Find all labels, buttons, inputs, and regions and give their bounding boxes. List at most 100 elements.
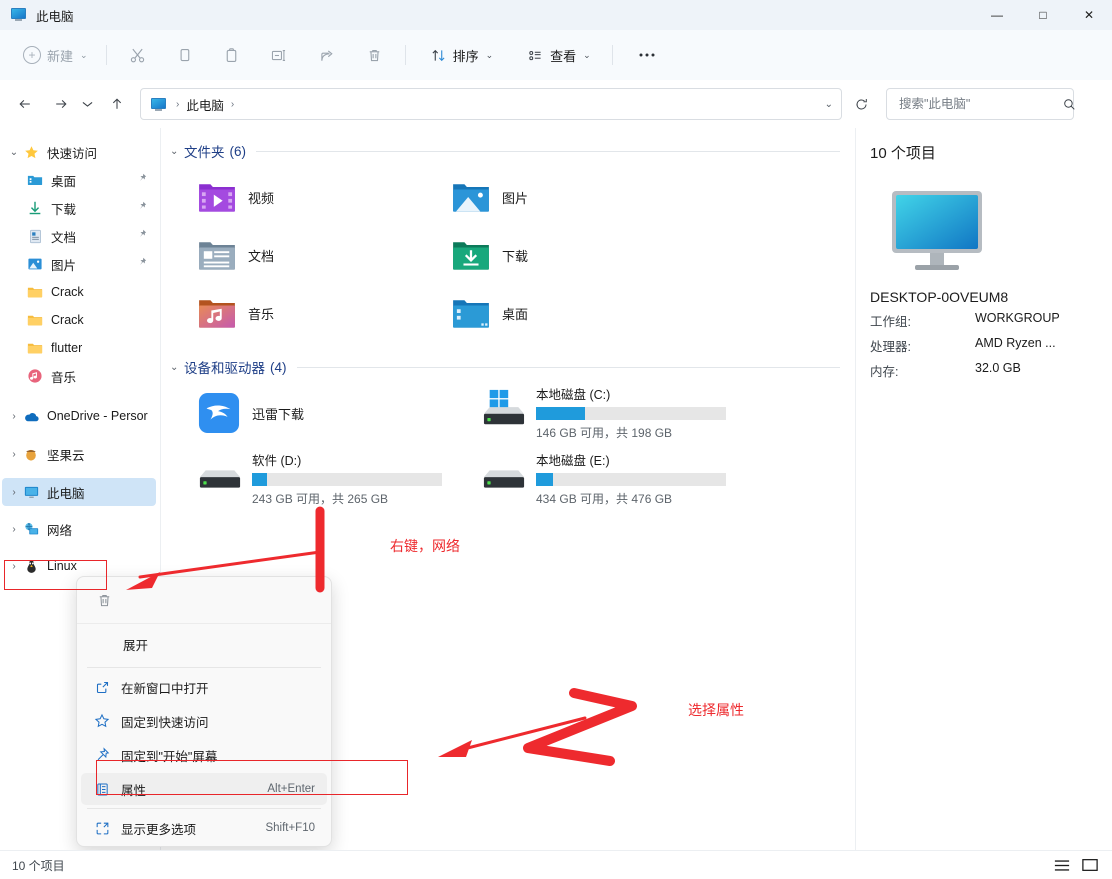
context-menu-item-pin-quick-access[interactable]: 固定到快速访问 — [81, 705, 327, 737]
folders-grid: 视频 图片 文档 下载 音乐 桌面 — [168, 168, 854, 342]
sidebar-item-label: Crack — [51, 285, 84, 299]
breadcrumb-item[interactable]: 此电脑 — [182, 93, 228, 116]
sidebar-item-nutstore[interactable]: › 坚果云 — [2, 440, 156, 468]
folder-tile[interactable]: 图片 — [422, 168, 676, 226]
share-button[interactable] — [305, 39, 349, 71]
onedrive-icon — [22, 407, 40, 425]
context-menu-item-properties[interactable]: 属性 Alt+Enter — [81, 773, 327, 805]
recent-locations-button[interactable] — [76, 89, 98, 119]
pin-icon[interactable] — [137, 173, 147, 183]
property-row: 处理器: AMD Ryzen ... — [870, 336, 1111, 355]
address-bar[interactable]: › 此电脑 › ⌄ — [140, 88, 842, 120]
drive-free-text: 434 GB 可用，共 476 GB — [536, 492, 673, 506]
chevron-right-icon[interactable]: › — [6, 411, 22, 422]
sidebar-item-documents[interactable]: 文档 — [2, 222, 156, 250]
close-button[interactable]: ✕ — [1066, 0, 1112, 30]
sidebar-item-pictures[interactable]: 图片 — [2, 250, 156, 278]
view-button[interactable]: 查看 ⌄ — [518, 39, 600, 71]
status-bar: 10 个项目 — [0, 850, 1112, 879]
sidebar-item-onedrive[interactable]: › OneDrive - Persor — [2, 402, 156, 430]
sidebar-item-label: Crack — [51, 313, 84, 327]
list-view-icon[interactable] — [1050, 854, 1074, 876]
folder-tile[interactable]: 文档 — [168, 226, 422, 284]
star-outline-icon — [91, 713, 113, 729]
sidebar-item-this-pc[interactable]: › 此电脑 — [2, 478, 156, 506]
chevron-down-icon[interactable]: ⌄ — [170, 362, 184, 373]
sidebar-item-label: OneDrive - Persor — [47, 409, 148, 423]
view-button-label: 查看 — [550, 48, 577, 64]
sidebar-item-desktop[interactable]: 桌面 — [2, 166, 156, 194]
group-count: (6) — [229, 143, 247, 159]
up-button[interactable] — [102, 89, 132, 119]
pin-icon[interactable] — [137, 257, 147, 267]
folder-tile[interactable]: 下载 — [422, 226, 676, 284]
context-menu-label: 显示更多选项 — [121, 822, 197, 837]
folder-tile[interactable]: 音乐 — [168, 284, 422, 342]
group-header-drives[interactable]: ⌄ 设备和驱动器 (4) — [170, 356, 854, 378]
search-icon[interactable] — [1062, 97, 1077, 112]
sidebar-item-quick-access[interactable]: ⌄ 快速访问 — [2, 138, 156, 166]
more-button[interactable] — [626, 39, 668, 71]
rename-button[interactable] — [257, 39, 301, 71]
folder-tile[interactable]: 视频 — [168, 168, 422, 226]
chevron-right-icon[interactable]: › — [6, 561, 22, 572]
context-menu-label: 在新窗口中打开 — [121, 681, 209, 696]
documents-folder-icon — [26, 227, 44, 245]
folder-tile[interactable]: 桌面 — [422, 284, 676, 342]
context-menu-item-show-more[interactable]: 显示更多选项 Shift+F10 — [81, 812, 327, 844]
forward-button[interactable] — [46, 89, 76, 119]
copy-button[interactable] — [163, 39, 206, 71]
sort-arrows-icon — [430, 47, 447, 64]
chevron-down-icon[interactable]: ⌄ — [170, 146, 184, 157]
group-header-folders[interactable]: ⌄ 文件夹 (6) — [170, 140, 854, 162]
chevron-right-icon[interactable]: › — [6, 449, 22, 460]
trash-icon[interactable] — [87, 584, 121, 616]
drive-tile[interactable]: 本地磁盘 (C:) 146 GB 可用，共 198 GB — [452, 382, 736, 444]
folder-label: 图片 — [502, 190, 529, 206]
chevron-down-icon[interactable]: ⌄ — [817, 99, 841, 110]
new-button[interactable]: + 新建 ⌄ — [14, 39, 97, 71]
delete-button[interactable] — [353, 39, 396, 71]
refresh-button[interactable] — [846, 89, 876, 119]
view-switcher — [1050, 851, 1102, 879]
cut-button[interactable] — [116, 39, 159, 71]
drive-tile[interactable]: 迅雷下载 — [168, 382, 452, 444]
downloads-folder-icon — [26, 199, 44, 217]
folder-label: 视频 — [248, 190, 275, 206]
sidebar-item-crack-1[interactable]: Crack — [2, 278, 156, 306]
maximize-button[interactable]: □ — [1020, 0, 1066, 30]
drive-tile[interactable]: 软件 (D:) 243 GB 可用，共 265 GB — [168, 448, 452, 510]
status-text: 10 个项目 — [12, 858, 65, 873]
drive-label: 迅雷下载 — [252, 406, 305, 422]
sidebar-item-crack-2[interactable]: Crack — [2, 306, 156, 334]
drive-usage-fill — [252, 473, 268, 486]
sidebar-item-music[interactable]: 音乐 — [2, 362, 156, 390]
drive-tile[interactable]: 本地磁盘 (E:) 434 GB 可用，共 476 GB — [452, 448, 736, 510]
sidebar-item-downloads[interactable]: 下载 — [2, 194, 156, 222]
context-menu-item-pin-start[interactable]: 固定到"开始"屏幕 — [81, 739, 327, 771]
back-button[interactable] — [10, 89, 40, 119]
paste-button[interactable] — [210, 39, 253, 71]
search-box[interactable] — [886, 88, 1077, 120]
property-key: 内存: — [870, 365, 899, 379]
minimize-button[interactable]: — — [974, 0, 1020, 30]
pin-icon[interactable] — [137, 201, 147, 211]
sidebar-item-network[interactable]: › 网络 — [2, 515, 156, 543]
property-value: WORKGROUP — [975, 311, 1060, 325]
pin-icon[interactable] — [137, 229, 147, 239]
annotation-text-properties: 选择属性 — [688, 702, 744, 718]
tiles-view-icon[interactable] — [1078, 854, 1102, 876]
toolbar-divider-3 — [611, 45, 613, 65]
sidebar-item-label: 桌面 — [51, 174, 77, 189]
title-bar: 此电脑 — □ ✕ — [0, 0, 1112, 30]
search-input[interactable] — [897, 96, 1062, 112]
context-menu-item-open-new-window[interactable]: 在新窗口中打开 — [81, 671, 327, 703]
sort-button[interactable]: 排序 ⌄ — [421, 39, 503, 71]
drive-name: 软件 (D:) — [252, 454, 302, 468]
sidebar-item-flutter[interactable]: flutter — [2, 334, 156, 362]
chevron-down-icon[interactable]: ⌄ — [6, 147, 22, 158]
context-menu-item-expand[interactable]: 展开 — [77, 624, 331, 664]
chevron-right-icon[interactable]: › — [6, 487, 22, 498]
chevron-right-icon[interactable]: › — [6, 524, 22, 535]
desktop-folder-icon — [452, 297, 490, 329]
